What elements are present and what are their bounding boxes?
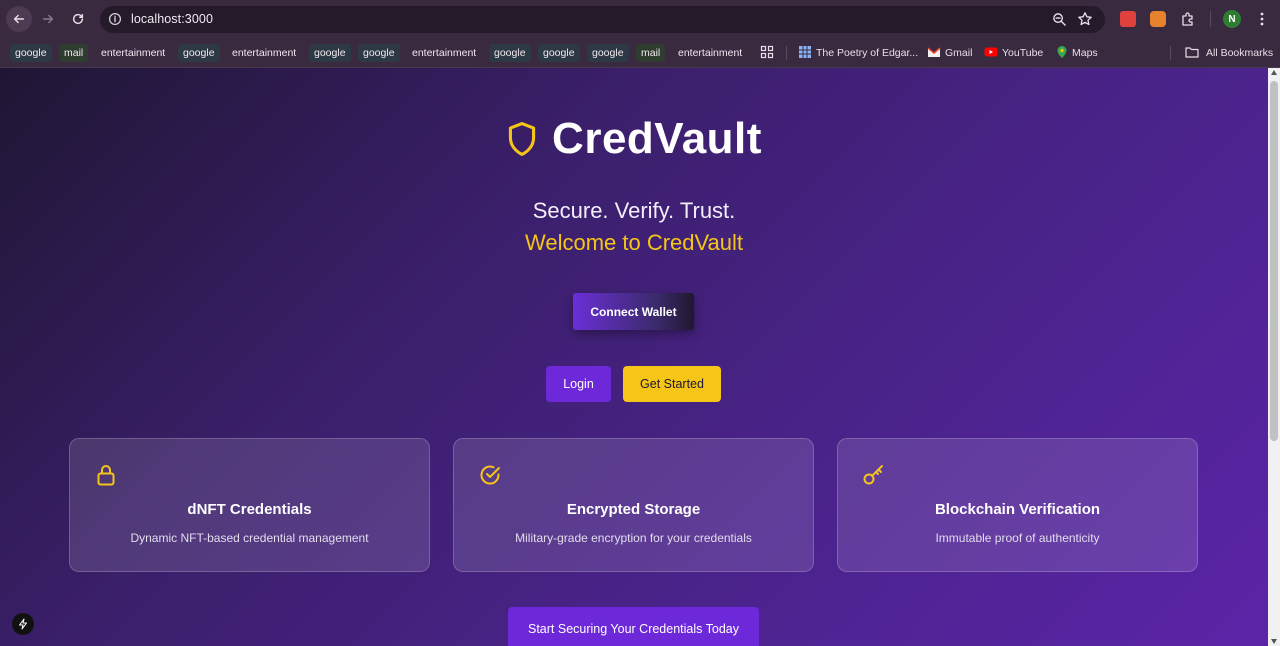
vertical-scrollbar[interactable] bbox=[1268, 68, 1280, 646]
feature-description: Military-grade encryption for your crede… bbox=[515, 531, 752, 545]
brand-header: CredVault bbox=[0, 114, 1268, 164]
shield-icon bbox=[508, 122, 536, 156]
dev-tools-badge[interactable] bbox=[12, 613, 34, 635]
forward-button[interactable] bbox=[35, 6, 61, 32]
tagline: Secure. Verify. Trust. bbox=[532, 198, 736, 223]
reload-icon bbox=[72, 13, 84, 25]
maps-pin-icon bbox=[1057, 46, 1067, 58]
bookmark-mail[interactable]: mail bbox=[59, 44, 89, 62]
bookmark-maps[interactable]: Maps bbox=[1072, 44, 1098, 62]
arrow-left-icon bbox=[13, 14, 25, 24]
bookmark-entertainment[interactable]: entertainment bbox=[673, 44, 747, 62]
bookmark-entertainment[interactable]: entertainment bbox=[407, 44, 481, 62]
feature-title: dNFT Credentials bbox=[187, 501, 312, 518]
bookmarks-divider bbox=[786, 46, 787, 60]
bookmark-google[interactable]: google bbox=[10, 44, 52, 62]
scroll-up-arrow-icon[interactable] bbox=[1271, 70, 1277, 75]
feature-description: Immutable proof of authenticity bbox=[935, 531, 1100, 545]
bookmark-poetry[interactable]: The Poetry of Edgar... bbox=[816, 44, 918, 62]
all-bookmarks[interactable]: All Bookmarks bbox=[1206, 44, 1273, 62]
feature-title: Blockchain Verification bbox=[934, 501, 1101, 518]
extension-red-icon[interactable] bbox=[1120, 11, 1136, 27]
login-button[interactable]: Login bbox=[546, 366, 611, 402]
bookmark-google[interactable]: google bbox=[587, 44, 629, 62]
scroll-down-arrow-icon[interactable] bbox=[1271, 639, 1277, 644]
feature-card-encrypted-storage: Encrypted Storage Military-grade encrypt… bbox=[453, 438, 814, 572]
feature-description: Dynamic NFT-based credential management bbox=[130, 531, 369, 545]
metamask-fox-icon[interactable] bbox=[1150, 11, 1166, 27]
reload-button[interactable] bbox=[65, 6, 91, 32]
bookmark-mail[interactable]: mail bbox=[636, 44, 666, 62]
bookmark-google[interactable]: google bbox=[538, 44, 580, 62]
youtube-icon bbox=[984, 47, 998, 57]
sheets-icon bbox=[799, 46, 811, 58]
bookmark-google[interactable]: google bbox=[178, 44, 220, 62]
bookmark-entertainment[interactable]: entertainment bbox=[96, 44, 170, 62]
feature-title: Encrypted Storage bbox=[566, 501, 701, 518]
bookmark-gmail[interactable]: Gmail bbox=[945, 44, 972, 62]
gmail-icon bbox=[927, 47, 941, 57]
bookmark-google[interactable]: google bbox=[358, 44, 400, 62]
bookmark-youtube[interactable]: YouTube bbox=[1002, 44, 1043, 62]
url-text[interactable]: localhost:3000 bbox=[131, 12, 213, 26]
folder-icon bbox=[1185, 47, 1199, 58]
connect-wallet-button[interactable]: Connect Wallet bbox=[573, 293, 694, 330]
address-bar[interactable]: localhost:3000 bbox=[100, 6, 1105, 33]
back-button[interactable] bbox=[6, 6, 32, 32]
brand-title: CredVault bbox=[552, 114, 762, 163]
check-circle-icon bbox=[480, 465, 500, 485]
bookmarks-bar: google mail entertainment google enterta… bbox=[0, 38, 1280, 68]
browser-toolbar: localhost:3000 N bbox=[0, 0, 1280, 38]
lightning-icon bbox=[19, 618, 27, 630]
profile-avatar[interactable]: N bbox=[1223, 10, 1241, 28]
bookmark-google[interactable]: google bbox=[309, 44, 351, 62]
arrow-right-icon bbox=[42, 14, 54, 24]
key-icon bbox=[863, 465, 883, 485]
menu-dots-icon[interactable] bbox=[1256, 10, 1268, 28]
welcome-heading: Welcome to CredVault bbox=[524, 230, 744, 255]
toolbar-divider bbox=[1210, 11, 1211, 27]
bookmarks-divider bbox=[1170, 46, 1171, 60]
bookmark-entertainment[interactable]: entertainment bbox=[227, 44, 301, 62]
feature-card-dnft: dNFT Credentials Dynamic NFT-based crede… bbox=[69, 438, 430, 572]
start-securing-button[interactable]: Start Securing Your Credentials Today bbox=[508, 607, 759, 646]
bookmark-star-icon[interactable] bbox=[1077, 11, 1093, 27]
page-viewport: CredVault Secure. Verify. Trust. Welcome… bbox=[0, 68, 1268, 646]
get-started-button[interactable]: Get Started bbox=[623, 366, 721, 402]
lock-icon bbox=[97, 465, 115, 486]
apps-grid-icon[interactable] bbox=[760, 45, 774, 59]
site-info-icon[interactable] bbox=[108, 12, 122, 26]
feature-card-blockchain-verification: Blockchain Verification Immutable proof … bbox=[837, 438, 1198, 572]
zoom-icon[interactable] bbox=[1052, 12, 1067, 27]
bookmark-google[interactable]: google bbox=[489, 44, 531, 62]
scrollbar-thumb[interactable] bbox=[1270, 81, 1278, 441]
extensions-puzzle-icon[interactable] bbox=[1180, 11, 1196, 27]
